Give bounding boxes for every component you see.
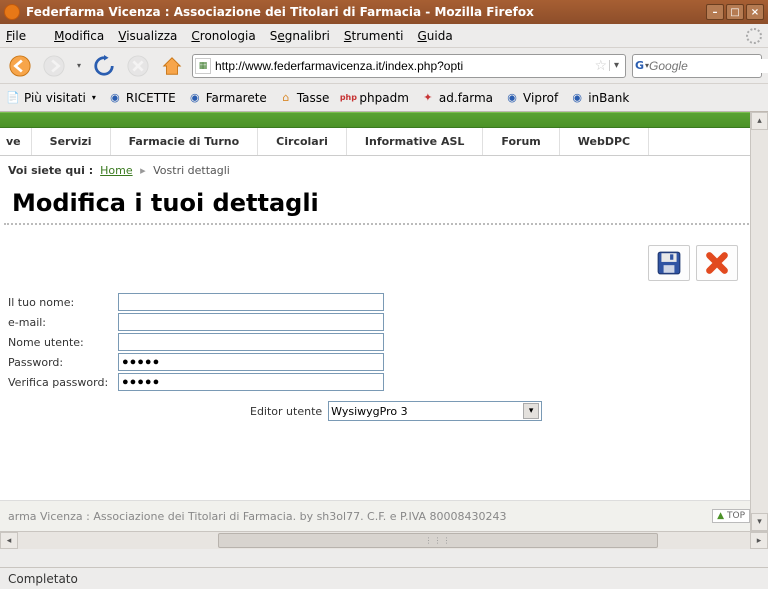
forward-button[interactable] (40, 52, 68, 80)
scroll-thumb[interactable]: ⋮⋮⋮ (218, 533, 658, 548)
globe-icon: ◉ (188, 91, 202, 105)
horizontal-scrollbar[interactable]: ◂ ⋮⋮⋮ ▸ (0, 531, 768, 549)
close-window-button[interactable]: × (746, 4, 764, 20)
status-bar: Completato (0, 567, 768, 589)
vertical-scrollbar[interactable]: ▴ ▾ (750, 112, 768, 531)
url-dropdown[interactable]: ▾ (609, 60, 623, 71)
search-input[interactable] (649, 59, 768, 73)
input-name[interactable] (118, 293, 384, 311)
back-button[interactable] (6, 52, 34, 80)
site-header-bar (0, 112, 768, 128)
chevron-right-icon: ▸ (140, 164, 146, 177)
home-button[interactable] (158, 52, 186, 80)
cancel-button[interactable] (696, 245, 738, 281)
site-favicon: ▦ (195, 58, 211, 74)
bookmarks-toolbar: 📄Più visitati▾ ◉RICETTE ◉Farmarete ⌂Tass… (0, 84, 768, 112)
nav-item-servizi[interactable]: Servizi (32, 128, 111, 155)
bookmark-most-visited[interactable]: 📄Più visitati▾ (6, 91, 96, 105)
maximize-button[interactable]: □ (726, 4, 744, 20)
house-icon: ⌂ (279, 91, 293, 105)
input-password[interactable] (118, 353, 384, 371)
url-input[interactable] (215, 59, 592, 73)
bookmark-phpadm[interactable]: phpphpadm (341, 91, 409, 105)
throbber-icon (746, 28, 762, 44)
arrow-up-icon: ▲ (717, 511, 724, 521)
label-email: e-mail: (8, 314, 118, 331)
window-titlebar: Federfarma Vicenza : Associazione dei Ti… (0, 0, 768, 24)
bookmark-farmarete[interactable]: ◉Farmarete (188, 91, 267, 105)
bookmark-adfarma[interactable]: ✦ad.farma (421, 91, 493, 105)
page-icon: 📄 (6, 91, 20, 105)
firefox-icon (4, 4, 20, 20)
nav-item-informative[interactable]: Informative ASL (347, 128, 484, 155)
star-icon: ✦ (421, 91, 435, 105)
label-username: Nome utente: (8, 334, 118, 351)
nav-item-webdpc[interactable]: WebDPC (560, 128, 649, 155)
url-bar[interactable]: ▦ ☆ ▾ (192, 54, 626, 78)
label-editor: Editor utente (250, 403, 322, 420)
back-to-top-button[interactable]: ▲TOP (712, 509, 750, 523)
stop-button[interactable] (124, 52, 152, 80)
minimize-button[interactable]: – (706, 4, 724, 20)
bookmark-inbank[interactable]: ◉inBank (570, 91, 629, 105)
input-username[interactable] (118, 333, 384, 351)
google-icon[interactable]: G▾ (635, 58, 649, 74)
search-bar[interactable]: G▾ 🔍 (632, 54, 762, 78)
select-editor[interactable]: WysiwygPro 3 ▾ (328, 401, 542, 421)
content-viewport: ve Servizi Farmacie di Turno Circolari I… (0, 112, 768, 549)
globe-icon: ◉ (108, 91, 122, 105)
user-details-form: Il tuo nome: e-mail: Nome utente: Passwo… (0, 293, 768, 421)
php-icon: php (341, 91, 355, 105)
bookmark-ricette[interactable]: ◉RICETTE (108, 91, 176, 105)
menu-strumenti[interactable]: Strumenti (344, 29, 404, 43)
globe-icon: ◉ (505, 91, 519, 105)
nav-item-ve[interactable]: ve (0, 128, 32, 155)
globe-icon: ◉ (570, 91, 584, 105)
site-nav: ve Servizi Farmacie di Turno Circolari I… (0, 128, 768, 156)
scroll-down-button[interactable]: ▾ (751, 513, 768, 531)
reload-button[interactable] (90, 52, 118, 80)
history-dropdown[interactable]: ▾ (74, 61, 84, 70)
input-verify-password[interactable] (118, 373, 384, 391)
page-title: Modifica i tuoi dettagli (4, 185, 764, 225)
save-button[interactable] (648, 245, 690, 281)
nav-item-circolari[interactable]: Circolari (258, 128, 347, 155)
menu-cronologia[interactable]: Cronologia (191, 29, 255, 43)
window-title: Federfarma Vicenza : Associazione dei Ti… (26, 5, 706, 19)
label-password: Password: (8, 354, 118, 371)
breadcrumb: Voi siete qui : Home ▸ Vostri dettagli (0, 156, 768, 185)
label-name: Il tuo nome: (8, 294, 118, 311)
site-footer: arma Vicenza : Associazione dei Titolari… (0, 500, 758, 531)
breadcrumb-prefix: Voi siete qui : (8, 164, 93, 177)
bookmark-tasse[interactable]: ⌂Tasse (279, 91, 330, 105)
bookmark-star-icon[interactable]: ☆ (594, 58, 607, 74)
scroll-left-button[interactable]: ◂ (0, 532, 18, 549)
chevron-down-icon: ▾ (523, 403, 539, 419)
input-email[interactable] (118, 313, 384, 331)
nav-item-farmacie[interactable]: Farmacie di Turno (111, 128, 259, 155)
menu-file[interactable]: File (6, 29, 40, 43)
select-editor-value: WysiwygPro 3 (331, 405, 407, 418)
scroll-up-button[interactable]: ▴ (751, 112, 768, 130)
label-verify: Verifica password: (8, 374, 118, 391)
bookmark-viprof[interactable]: ◉Viprof (505, 91, 558, 105)
menu-visualizza[interactable]: Visualizza (118, 29, 177, 43)
breadcrumb-home[interactable]: Home (100, 164, 132, 177)
scroll-right-button[interactable]: ▸ (750, 532, 768, 549)
status-text: Completato (8, 572, 78, 586)
breadcrumb-current: Vostri dettagli (153, 164, 230, 177)
nav-item-forum[interactable]: Forum (483, 128, 559, 155)
footer-text: arma Vicenza : Associazione dei Titolari… (8, 510, 507, 523)
nav-toolbar: ▾ ▦ ☆ ▾ G▾ 🔍 (0, 48, 768, 84)
menu-segnalibri[interactable]: Segnalibri (270, 29, 330, 43)
menu-bar: File Modifica Visualizza Cronologia Segn… (0, 24, 768, 48)
menu-guida[interactable]: Guida (417, 29, 452, 43)
menu-modifica[interactable]: Modifica (54, 29, 104, 43)
